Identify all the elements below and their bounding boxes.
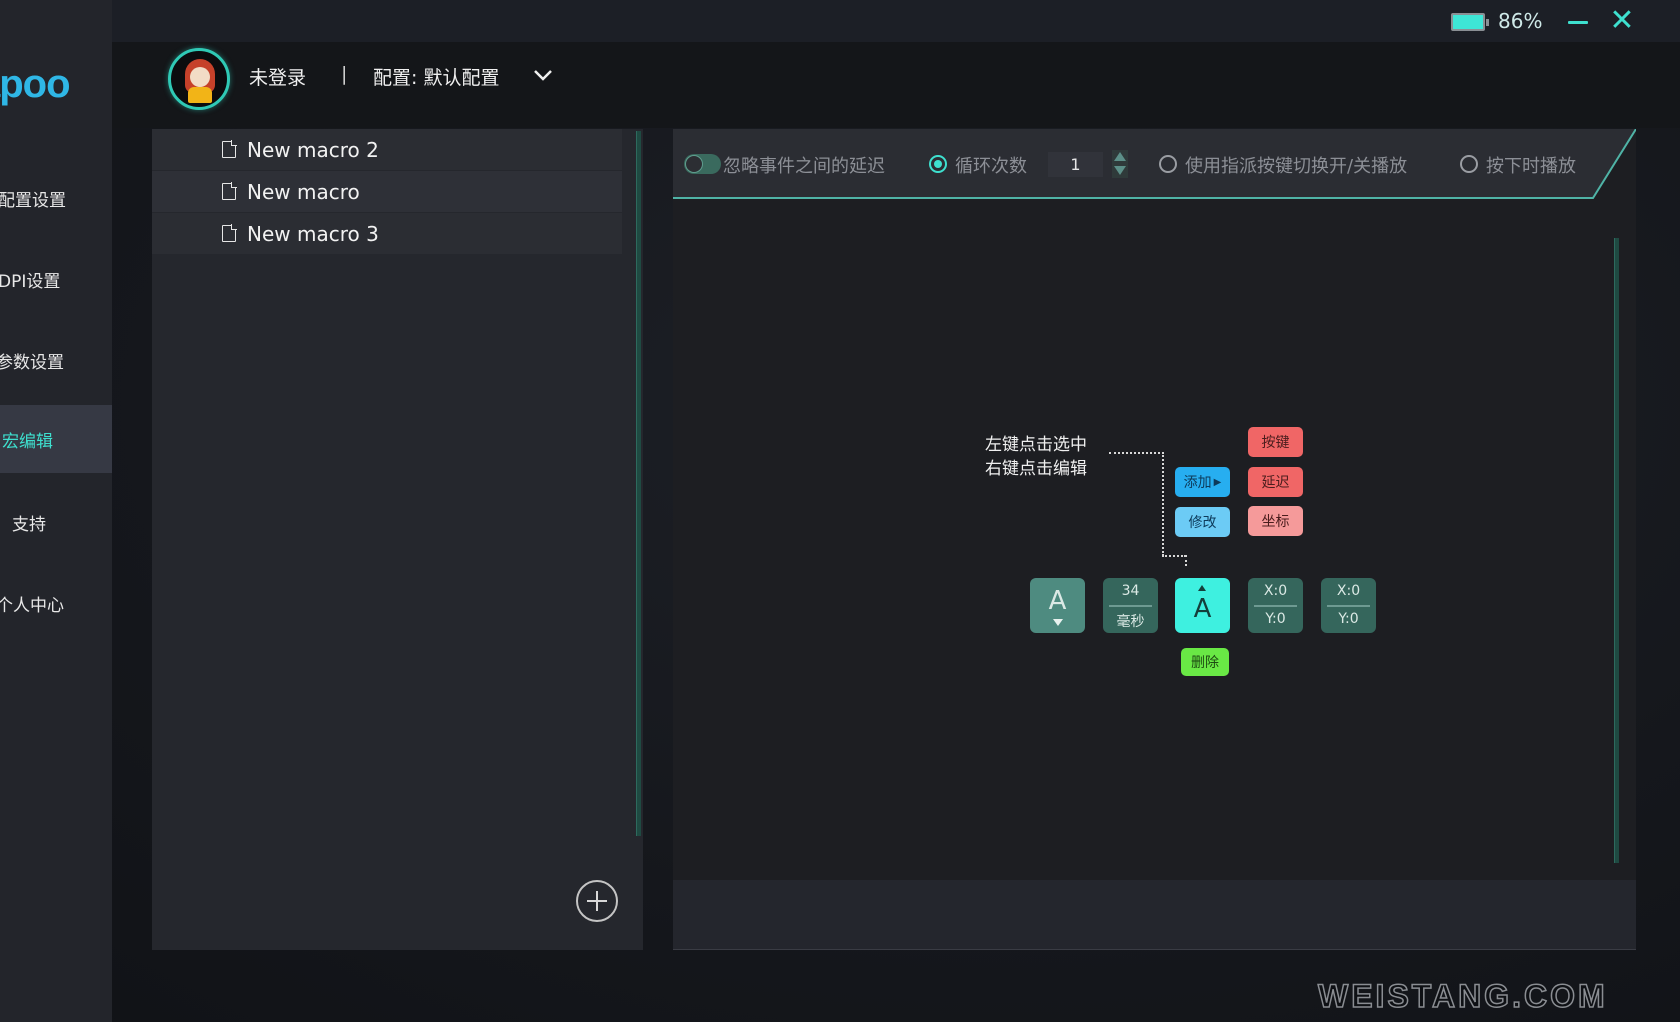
- sidebar-item-personal-center[interactable]: 个人中心: [0, 569, 112, 637]
- key-label: A: [1193, 594, 1212, 624]
- menu-delay-chip[interactable]: 延迟: [1248, 467, 1303, 497]
- divider: [1254, 605, 1297, 607]
- key-label: A: [1048, 586, 1067, 616]
- connector-line: [1162, 452, 1164, 556]
- config-selector-label[interactable]: 配置: 默认配置: [373, 63, 499, 90]
- macro-name: New macro 3: [247, 221, 379, 246]
- toggle-play-label: 使用指派按键切换开/关播放: [1185, 156, 1408, 177]
- triangle-right-icon: ▶: [1213, 476, 1222, 488]
- editor-footer: [673, 880, 1636, 950]
- header-bar: [112, 42, 1680, 128]
- loop-count-input[interactable]: 1: [1048, 152, 1103, 177]
- file-icon: [222, 182, 237, 200]
- menu-coordinate-chip[interactable]: 坐标: [1248, 506, 1303, 536]
- file-icon: [222, 224, 237, 242]
- hint-right-click: 右键点击编辑: [985, 459, 1087, 479]
- avatar-face: [190, 67, 210, 87]
- coord-x: X:0: [1263, 583, 1288, 599]
- macro-name: New macro 2: [247, 137, 379, 162]
- sidebar-item-label: DPI设置: [0, 271, 61, 292]
- loop-count-label: 循环次数: [955, 156, 1027, 177]
- loop-count-radio[interactable]: [929, 155, 947, 173]
- watermark: WEISTANG.COM: [1317, 977, 1608, 1015]
- stepper-up-icon[interactable]: [1114, 152, 1126, 161]
- connector-line: [1109, 452, 1164, 454]
- arrow-down-icon: [1053, 619, 1063, 626]
- battery-percentage: 86%: [1498, 9, 1543, 33]
- coord-x: X:0: [1336, 583, 1361, 599]
- ignore-delay-toggle[interactable]: [684, 154, 721, 174]
- macro-list-scrollbar[interactable]: [636, 131, 641, 836]
- sidebar-item-label: 宏编辑: [2, 431, 53, 452]
- menu-delete-chip[interactable]: 删除: [1181, 648, 1229, 676]
- chevron-down-icon: [534, 70, 552, 81]
- sidebar-item-label: 个人中心: [0, 595, 64, 616]
- battery-icon: [1451, 13, 1489, 31]
- delay-value: 34: [1121, 583, 1140, 599]
- event-coordinate[interactable]: X:0 Y:0: [1321, 578, 1376, 633]
- header-separator: |: [341, 63, 348, 85]
- sidebar: apoo 配置设置 DPI设置 参数设置 宏编辑 支持 个人中心: [0, 0, 112, 1022]
- event-coordinate[interactable]: X:0 Y:0: [1248, 578, 1303, 633]
- loop-count-stepper[interactable]: [1112, 150, 1128, 178]
- arrow-up-icon: [1198, 585, 1206, 591]
- connector-line: [1185, 555, 1187, 566]
- sidebar-item-label: 支持: [12, 514, 46, 535]
- add-macro-button[interactable]: [576, 880, 618, 922]
- editor-scrollbar[interactable]: [1614, 238, 1619, 863]
- title-bar: [112, 0, 1680, 42]
- event-delay[interactable]: 34 毫秒: [1103, 578, 1158, 633]
- coord-y: Y:0: [1265, 611, 1286, 627]
- event-key-up[interactable]: A: [1175, 578, 1230, 633]
- file-icon: [222, 140, 237, 158]
- macro-list-panel: New macro 2 New macro New macro 3: [152, 129, 643, 950]
- delay-unit: 毫秒: [1116, 614, 1145, 630]
- stepper-down-icon[interactable]: [1114, 166, 1126, 175]
- coord-y: Y:0: [1338, 611, 1359, 627]
- sidebar-item-parameter-settings[interactable]: 参数设置: [0, 326, 112, 394]
- login-status[interactable]: 未登录: [249, 63, 306, 90]
- avatar-body: [188, 87, 212, 103]
- hold-play-radio[interactable]: [1460, 155, 1478, 173]
- hint-left-click: 左键点击选中: [985, 435, 1087, 455]
- macro-list-item[interactable]: New macro: [152, 171, 622, 213]
- event-key-down[interactable]: A: [1030, 578, 1085, 633]
- toggle-play-radio[interactable]: [1159, 155, 1177, 173]
- macro-list-item[interactable]: New macro 2: [152, 129, 622, 171]
- config-dropdown-button[interactable]: [530, 62, 556, 88]
- macro-list-item[interactable]: New macro 3: [152, 213, 622, 255]
- close-button[interactable]: ✕: [1608, 6, 1636, 36]
- minimize-button[interactable]: [1566, 10, 1592, 32]
- divider: [1109, 605, 1152, 607]
- avatar[interactable]: [168, 48, 230, 110]
- sidebar-item-label: 配置设置: [0, 190, 66, 211]
- menu-add-chip[interactable]: 添加 ▶: [1175, 467, 1230, 497]
- menu-modify-chip[interactable]: 修改: [1175, 507, 1230, 537]
- sidebar-item-support[interactable]: 支持: [0, 488, 112, 556]
- sidebar-item-macro-editor[interactable]: 宏编辑: [0, 405, 112, 473]
- brand-logo: apoo: [0, 62, 71, 106]
- close-icon: ✕: [1609, 3, 1635, 38]
- hold-play-label: 按下时播放: [1486, 156, 1576, 177]
- sidebar-item-label: 参数设置: [0, 352, 64, 373]
- sidebar-item-config-settings[interactable]: 配置设置: [0, 164, 112, 232]
- toggle-knob: [685, 155, 703, 173]
- sidebar-item-dpi-settings[interactable]: DPI设置: [0, 245, 112, 313]
- macro-editor-panel: [673, 129, 1636, 950]
- menu-key-chip[interactable]: 按键: [1248, 427, 1303, 457]
- divider: [1327, 605, 1370, 607]
- ignore-delay-label: 忽略事件之间的延迟: [723, 156, 885, 177]
- connector-line: [1162, 555, 1186, 557]
- menu-add-label: 添加: [1183, 475, 1212, 491]
- macro-name: New macro: [247, 179, 360, 204]
